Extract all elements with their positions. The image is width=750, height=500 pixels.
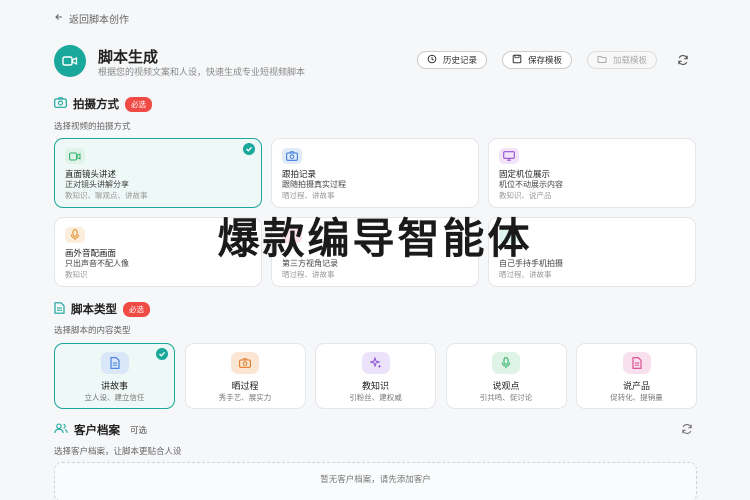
script-type-card[interactable]: 教知识 引粉丝、建权威: [315, 343, 436, 409]
script-type-title: 说产品: [622, 382, 650, 392]
script-type-section-title: 脚本类型: [71, 302, 117, 316]
shoot-option-card[interactable]: 直面镜头讲述 正对镜头讲解分享 教知识、聊观点、讲故事: [54, 138, 262, 208]
history-label: 历史记录: [443, 56, 478, 66]
shoot-option-desc: 机位不动展示内容: [499, 180, 563, 189]
users-icon: [54, 423, 68, 437]
camera-icon: [54, 97, 67, 111]
shoot-option-tags: 教知识、聊观点、讲故事: [65, 191, 148, 200]
video-icon: [65, 148, 85, 164]
shoot-section-desc: 选择视频的拍摄方式: [54, 122, 131, 132]
load-template-label: 加载模板: [613, 56, 648, 66]
shoot-option-tags: 晒过程、讲故事: [499, 270, 552, 279]
script-type-desc: 引共鸣、促讨论: [479, 393, 533, 402]
shoot-option-tags: 晒过程、讲故事: [282, 191, 335, 200]
sparkle-icon: [361, 352, 390, 374]
folder-icon: [597, 54, 607, 67]
shoot-option-card[interactable]: 跟拍记录 跟随拍摄真实过程 晒过程、讲故事: [271, 138, 479, 208]
save-template-button[interactable]: 保存模板: [502, 51, 573, 69]
document-icon: [54, 301, 65, 317]
back-link[interactable]: 返回脚本创作: [54, 11, 129, 26]
script-type-desc: 引粉丝、建权威: [349, 393, 402, 402]
overlay-headline: 爆款编导智能体: [217, 214, 533, 263]
shoot-option-desc: 正对镜头讲解分享: [65, 180, 129, 189]
shoot-option-desc: 跟随拍摄真实过程: [282, 180, 346, 189]
script-type-card[interactable]: 说观点 引共鸣、促讨论: [445, 343, 567, 409]
customer-section-desc: 选择客户档案，让脚本更贴合人设: [54, 447, 182, 457]
script-type-desc: 促转化、提销量: [610, 393, 663, 402]
script-type-desc: 立人设、建立信任: [84, 393, 145, 402]
document-icon: [100, 352, 129, 374]
mic-icon: [492, 352, 520, 374]
shoot-option-tags: 晒过程、讲故事: [282, 270, 335, 279]
required-badge: 必选: [125, 96, 152, 112]
customer-section-title: 客户档案: [74, 423, 120, 437]
camera-icon: [231, 352, 259, 374]
script-type-desc: 秀手艺、展实力: [218, 393, 272, 402]
script-type-card[interactable]: 晒过程 秀手艺、展实力: [184, 343, 306, 409]
script-type-title: 讲故事: [100, 382, 128, 392]
script-type-card[interactable]: 讲故事 立人设、建立信任: [54, 343, 175, 409]
refresh-customers-icon[interactable]: [680, 422, 694, 436]
script-type-section-desc: 选择脚本的内容类型: [54, 326, 131, 336]
script-type-title: 说观点: [492, 382, 520, 392]
script-type-title: 晒过程: [231, 382, 259, 392]
optional-label: 可选: [130, 426, 148, 436]
page-subtitle: 根据您的视频文案和人设，快速生成专业短视频脚本: [98, 68, 306, 78]
shoot-option-card[interactable]: 固定机位展示 机位不动展示内容 教知识、说产品: [488, 138, 696, 208]
shoot-option-tags: 教知识、说产品: [499, 191, 552, 200]
document-icon: [622, 352, 651, 374]
history-icon: [427, 54, 437, 67]
camera-icon: [282, 148, 302, 164]
required-badge: 必选: [123, 301, 150, 317]
shoot-option-tags: 教知识: [65, 270, 88, 279]
save-template-label: 保存模板: [528, 56, 563, 66]
history-button[interactable]: 历史记录: [417, 51, 488, 69]
monitor-icon: [499, 148, 519, 164]
arrow-left-icon: [54, 12, 64, 25]
shoot-section-header: 拍摄方式 必选: [54, 96, 152, 112]
page-title: 脚本生成: [98, 48, 159, 66]
load-template-button[interactable]: 加载模板: [587, 51, 658, 69]
check-icon: [243, 143, 255, 155]
script-type-card[interactable]: 说产品 促转化、提销量: [576, 343, 697, 409]
refresh-icon[interactable]: [676, 53, 690, 67]
check-icon: [156, 348, 168, 360]
shoot-section-title: 拍摄方式: [73, 97, 119, 111]
customer-empty-state[interactable]: 暂无客户档案，请先添加客户: [54, 462, 697, 500]
script-type-title: 教知识: [361, 382, 389, 392]
app-video-icon: [54, 45, 86, 77]
save-icon: [512, 54, 522, 67]
back-label: 返回脚本创作: [69, 15, 129, 26]
customer-empty-text: 暂无客户档案，请先添加客户: [320, 475, 431, 485]
script-type-section-header: 脚本类型 必选: [54, 301, 150, 317]
customer-section-header: 客户档案 可选: [54, 422, 147, 438]
